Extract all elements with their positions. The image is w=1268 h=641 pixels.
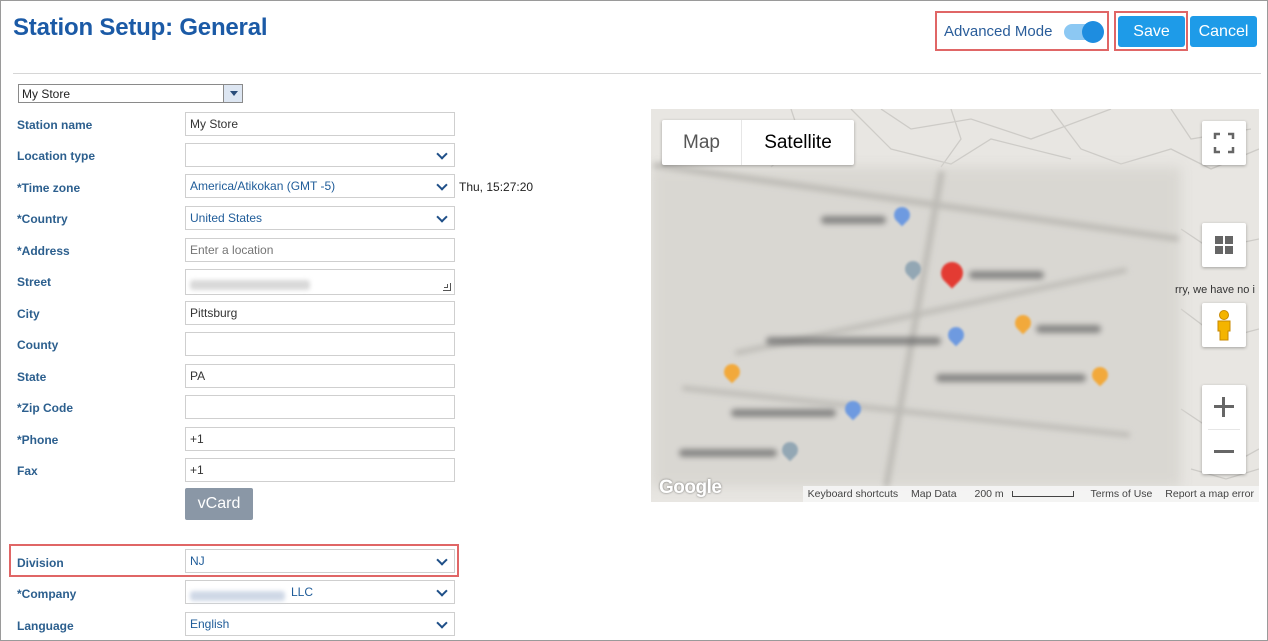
division-select[interactable]: NJ (185, 549, 455, 573)
street-textarea[interactable] (185, 269, 455, 295)
phone-input[interactable]: +1 (185, 427, 455, 451)
pegman-icon (1217, 310, 1231, 341)
county-label: County (17, 338, 59, 352)
country-label: *Country (17, 212, 68, 226)
cancel-button[interactable]: Cancel (1190, 16, 1257, 47)
store-select[interactable]: My Store (18, 84, 243, 103)
advanced-mode-toggle[interactable] (1064, 21, 1104, 43)
phone-label: *Phone (17, 433, 59, 447)
chevron-down-icon (436, 148, 448, 160)
division-label: Division (17, 556, 64, 570)
location-type-label: Location type (17, 149, 96, 163)
chevron-down-icon (436, 179, 448, 191)
place-label-blurred (936, 374, 1086, 382)
layers-button[interactable] (1202, 223, 1246, 267)
station-name-label: Station name (17, 118, 93, 132)
address-input[interactable] (185, 238, 455, 262)
resize-handle-icon[interactable] (443, 283, 451, 291)
time-zone-select[interactable]: America/Atikokan (GMT -5) (185, 174, 455, 198)
station-name-input[interactable]: My Store (185, 112, 455, 136)
map-data-link[interactable]: Map Data (906, 488, 962, 500)
map-type-control: Map Satellite (662, 120, 854, 165)
city-label: City (17, 307, 40, 321)
fullscreen-button[interactable] (1202, 121, 1246, 165)
company-label: *Company (17, 587, 77, 601)
street-view-pegman[interactable] (1202, 303, 1246, 347)
city-input[interactable]: Pittsburg (185, 301, 455, 325)
keyboard-shortcuts-link[interactable]: Keyboard shortcuts (803, 488, 903, 500)
map-type-satellite-tab[interactable]: Satellite (741, 120, 854, 165)
place-label-blurred (731, 409, 836, 417)
address-label: *Address (17, 244, 70, 258)
save-button[interactable]: Save (1118, 16, 1185, 47)
time-zone-current-time: Thu, 15:27:20 (459, 180, 534, 194)
redacted-company (190, 590, 285, 601)
advanced-mode-label: Advanced Mode (944, 23, 1053, 40)
page-title: Station Setup: General (13, 14, 268, 41)
chevron-down-icon (436, 617, 448, 629)
chevron-down-icon (436, 585, 448, 597)
zip-code-input[interactable] (185, 395, 455, 419)
zoom-in-icon[interactable] (1202, 385, 1246, 429)
fax-label: Fax (17, 464, 38, 478)
map-view[interactable]: Map Satellite rry, we have no i Google K… (651, 109, 1259, 502)
zip-code-label: *Zip Code (17, 401, 73, 415)
state-input[interactable]: PA (185, 364, 455, 388)
scale-bar (1011, 491, 1074, 498)
google-logo: Google (659, 477, 722, 498)
imagery-unavailable-text: rry, we have no i (1175, 284, 1255, 296)
map-footer: Keyboard shortcuts Map Data 200 m Terms … (802, 486, 1259, 502)
scale-label[interactable]: 200 m (964, 488, 1082, 500)
grid-layers-icon (1215, 236, 1233, 254)
company-select[interactable]: LLC (185, 580, 455, 604)
state-label: State (17, 370, 47, 384)
language-select[interactable]: English (185, 612, 455, 636)
chevron-down-icon (436, 554, 448, 566)
county-input[interactable] (185, 332, 455, 356)
place-label-blurred (679, 449, 777, 457)
chevron-down-icon (436, 211, 448, 223)
location-type-select[interactable] (185, 143, 455, 167)
fullscreen-icon (1213, 132, 1235, 154)
terms-of-use-link[interactable]: Terms of Use (1086, 488, 1158, 500)
place-label-blurred (969, 271, 1044, 279)
dropdown-arrow-icon[interactable] (223, 85, 242, 102)
redacted-street (190, 279, 310, 290)
toggle-knob (1082, 21, 1104, 43)
zoom-out-icon[interactable] (1202, 430, 1246, 474)
language-label: Language (17, 619, 74, 633)
report-map-error-link[interactable]: Report a map error (1160, 488, 1259, 500)
country-select[interactable]: United States (185, 206, 455, 230)
time-zone-label: *Time zone (17, 181, 81, 195)
header-divider (13, 73, 1261, 74)
vcard-button[interactable]: vCard (185, 488, 253, 520)
zoom-control (1202, 385, 1246, 474)
place-label-blurred (766, 337, 941, 345)
place-label-blurred (821, 216, 886, 224)
street-label: Street (17, 275, 52, 289)
place-label-blurred (1036, 325, 1101, 333)
map-type-map-tab[interactable]: Map (662, 120, 741, 165)
fax-input[interactable]: +1 (185, 458, 455, 482)
